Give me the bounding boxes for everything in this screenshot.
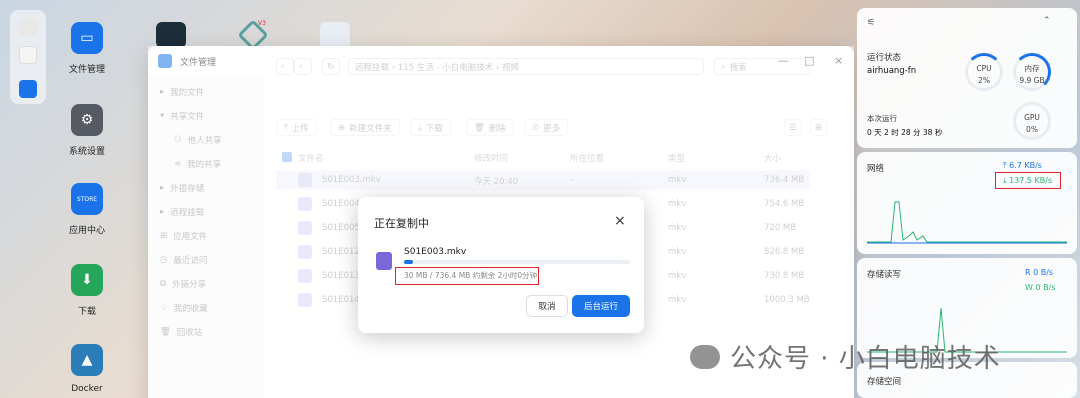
progress-fill: [404, 260, 414, 264]
monitor-icon[interactable]: [19, 18, 37, 36]
gpu-gauge: GPU 0%: [1013, 102, 1051, 140]
status-card: ⚟ ⌃ 运行状态 airhuang-fn 本次运行 0 天 2 时 28 分 3…: [857, 8, 1077, 148]
folder-icon: ▭: [71, 22, 103, 54]
uptime-value: 0 天 2 时 28 分 38 秒: [867, 128, 943, 137]
network-title: 网络: [867, 164, 885, 174]
net-download: ⤓ 137.5 KB/s: [1003, 176, 1053, 185]
desktop-icon-app-center[interactable]: STORE 应用中心: [52, 183, 122, 236]
hostname: airhuang-fn: [867, 66, 917, 76]
close-icon[interactable]: ×: [614, 213, 626, 229]
video-file-icon: [376, 252, 392, 270]
desktop-icon-file-manager[interactable]: ▭ 文件管理: [52, 22, 122, 75]
memory-gauge: 内存 9.9 GB: [1013, 53, 1051, 91]
docker-icon: ▲: [71, 344, 103, 376]
disk-title: 存储读写: [867, 270, 902, 280]
status-title: 运行状态: [867, 53, 902, 63]
download-icon: ⬇: [71, 264, 103, 296]
network-chart: [867, 201, 1067, 244]
filter-icon[interactable]: ⚟: [867, 18, 875, 28]
desktop-icon-download[interactable]: ⬇ 下载: [52, 264, 122, 317]
desktop-icon-settings[interactable]: ⚙ 系统设置: [52, 104, 122, 157]
net-upload: ⤒ 6.7 KB/s: [1003, 161, 1042, 170]
storage-title: 存储空间: [867, 377, 902, 387]
watermark: 公众号 · 小白电脑技术: [690, 338, 1001, 375]
progress-text: 30 MB / 736.4 MB 约剩余 2小时0分钟: [404, 271, 538, 280]
network-card: 网络 ⤒ 6.7 KB/s ⤓ 137.5 KB/s: [857, 152, 1077, 254]
monitor-app-icon[interactable]: [156, 22, 186, 48]
version-badge: V3: [258, 20, 266, 27]
gear-icon: ⚙: [71, 104, 103, 136]
run-background-button[interactable]: 后台运行: [572, 295, 630, 317]
copy-file-name: S01E003.mkv: [404, 247, 467, 257]
dialog-title: 正在复制中: [374, 217, 429, 230]
cancel-button[interactable]: 取消: [526, 295, 568, 317]
file-manager-dock-icon[interactable]: [19, 80, 37, 98]
store-icon: STORE: [71, 183, 103, 215]
desktop-icon-docker[interactable]: ▲ Docker: [52, 344, 122, 394]
disk-read: R 0 B/s: [1025, 268, 1054, 277]
wechat-icon: [690, 344, 720, 369]
dock: [10, 10, 46, 104]
apps-grid-icon[interactable]: [19, 46, 37, 64]
cpu-gauge: CPU 2%: [965, 53, 1003, 91]
uptime-label: 本次运行: [867, 114, 897, 123]
collapse-icon[interactable]: ⌃: [1043, 16, 1051, 26]
progress-track: [404, 260, 630, 264]
disk-write: W 0 B/s: [1025, 283, 1056, 292]
copy-dialog: 正在复制中 × S01E003.mkv 30 MB / 736.4 MB 约剩余…: [358, 197, 644, 333]
